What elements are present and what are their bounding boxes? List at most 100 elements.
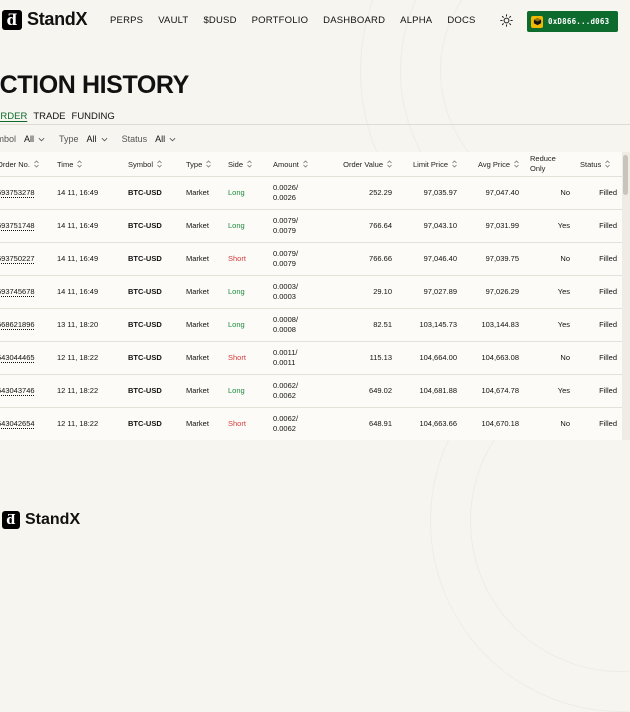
order-limit-price: 97,027.89: [423, 287, 457, 296]
symbol-filter-label: Symbol: [0, 134, 17, 144]
order-history-table: Order No. Time Symbol Type Side Amount O…: [0, 152, 622, 440]
order-time: 12 11, 18:22: [57, 353, 99, 362]
status-filter[interactable]: Status All: [122, 134, 177, 144]
table-header: Order No. Time Symbol Type Side Amount O…: [0, 152, 622, 177]
order-number[interactable]: 693745678: [0, 275, 51, 308]
sort-icon: [303, 160, 308, 168]
order-number[interactable]: 693751748: [0, 209, 51, 242]
order-type: Market: [186, 254, 209, 263]
order-status: Filled: [599, 353, 617, 362]
order-number[interactable]: 643043746: [0, 374, 51, 407]
col-header-amount[interactable]: Amount: [273, 152, 323, 176]
order-time: 14 11, 16:49: [57, 188, 99, 197]
order-limit-price: 104,664.00: [419, 353, 457, 362]
chevron-down-icon: [38, 137, 45, 141]
col-header-avg-price[interactable]: Avg Price: [463, 152, 519, 176]
nav-item-dusd[interactable]: $DUSD: [203, 15, 236, 26]
col-header-reduce-only[interactable]: Reduce Only: [530, 152, 566, 176]
order-reduce-only: No: [560, 353, 570, 362]
tabs-divider: [0, 124, 630, 125]
type-filter[interactable]: Type All: [59, 134, 108, 144]
col-header-status[interactable]: Status: [580, 152, 622, 176]
order-avg-price: 103,144.83: [481, 320, 519, 329]
brand-name: StandX: [27, 9, 88, 29]
order-value: 766.64: [369, 221, 392, 230]
order-symbol: BTC-USD: [128, 287, 162, 296]
wallet-button[interactable]: 0xD866...d063: [527, 11, 618, 32]
col-header-type[interactable]: Type: [186, 152, 226, 176]
order-value: 648.91: [369, 419, 392, 428]
table-row: 668621896 13 11, 18:20 BTC-USD Market Long 0.…: [0, 308, 622, 342]
order-time: 14 11, 16:49: [57, 221, 99, 230]
sort-icon: [605, 160, 611, 168]
brand-logo[interactable]: ƌ StandX: [2, 9, 88, 30]
order-side: Short: [228, 353, 246, 362]
order-side: Long: [228, 221, 245, 230]
table-row: 643042654 12 11, 18:22 BTC-USD Market Short 0…: [0, 407, 622, 440]
order-avg-price: 104,663.08: [481, 353, 519, 362]
order-limit-price: 97,035.97: [423, 188, 457, 197]
col-header-time[interactable]: Time: [57, 152, 117, 176]
order-side: Long: [228, 320, 245, 329]
sort-icon: [34, 160, 39, 168]
tab-order[interactable]: ORDER: [0, 111, 27, 122]
tab-funding[interactable]: FUNDING: [72, 111, 115, 122]
order-avg-price: 104,670.18: [481, 419, 519, 428]
sort-icon: [206, 160, 212, 168]
col-header-limit-price[interactable]: Limit Price: [395, 152, 457, 176]
order-side: Short: [228, 419, 246, 428]
order-number[interactable]: 668621896: [0, 308, 51, 341]
order-time: 12 11, 18:22: [57, 419, 99, 428]
order-value: 649.02: [369, 386, 392, 395]
order-type: Market: [186, 188, 209, 197]
order-number[interactable]: 643042654: [0, 407, 51, 440]
nav-item-alpha[interactable]: ALPHA: [400, 15, 432, 26]
table-row: 693745678 14 11, 16:49 BTC-USD Market Long 0.…: [0, 275, 622, 309]
symbol-filter[interactable]: Symbol All: [0, 134, 45, 144]
order-number[interactable]: 643044465: [0, 341, 51, 374]
order-reduce-only: No: [560, 419, 570, 428]
nav-item-dashboard[interactable]: DASHBOARD: [323, 15, 385, 26]
page-title: ACTION HISTORY: [0, 71, 189, 99]
status-filter-label: Status: [121, 134, 148, 144]
status-filter-value: All: [155, 134, 166, 144]
order-limit-price: 104,681.88: [419, 386, 457, 395]
order-value: 252.29: [369, 188, 392, 197]
footer-logo[interactable]: ƌ StandX: [2, 511, 80, 529]
order-status: Filled: [599, 320, 617, 329]
order-status: Filled: [599, 188, 617, 197]
order-amount: 0.0079/ 0.0079: [273, 215, 299, 235]
sun-icon[interactable]: [500, 14, 513, 27]
order-value: 82.51: [373, 320, 392, 329]
sort-icon: [157, 160, 162, 168]
order-status: Filled: [599, 419, 617, 428]
sort-icon: [452, 160, 457, 168]
order-symbol: BTC-USD: [128, 353, 162, 362]
col-header-symbol[interactable]: Symbol: [128, 152, 183, 176]
order-value: 766.66: [369, 254, 392, 263]
table-scrollbar[interactable]: [622, 152, 630, 440]
sort-icon: [247, 160, 252, 168]
order-limit-price: 104,663.66: [419, 419, 457, 428]
top-nav-bar: ƌ StandX PERPS VAULT $DUSD PORTFOLIO DAS…: [0, 0, 630, 44]
nav-item-perps[interactable]: PERPS: [110, 15, 143, 26]
order-number[interactable]: 693753278: [0, 176, 51, 209]
nav-item-vault[interactable]: VAULT: [158, 15, 188, 26]
order-symbol: BTC-USD: [128, 386, 162, 395]
table-row: 693750227 14 11, 16:49 BTC-USD Market Short 0…: [0, 242, 622, 276]
tab-trade[interactable]: TRADE: [33, 111, 65, 122]
order-symbol: BTC-USD: [128, 320, 162, 329]
order-amount: 0.0008/ 0.0008: [273, 314, 299, 334]
col-header-order-no[interactable]: Order No.: [0, 152, 51, 176]
table-row: 643044465 12 11, 18:22 BTC-USD Market Short 0…: [0, 341, 622, 375]
order-reduce-only: Yes: [557, 221, 570, 230]
order-limit-price: 103,145.73: [419, 320, 457, 329]
symbol-filter-value: All: [24, 134, 35, 144]
order-symbol: BTC-USD: [128, 188, 162, 197]
col-header-side[interactable]: Side: [228, 152, 268, 176]
nav-item-docs[interactable]: DOCS: [447, 15, 475, 26]
col-header-order-value[interactable]: Order Value: [320, 152, 392, 176]
scrollbar-thumb[interactable]: [623, 155, 628, 195]
order-number[interactable]: 693750227: [0, 242, 51, 275]
nav-item-portfolio[interactable]: PORTFOLIO: [252, 15, 309, 26]
